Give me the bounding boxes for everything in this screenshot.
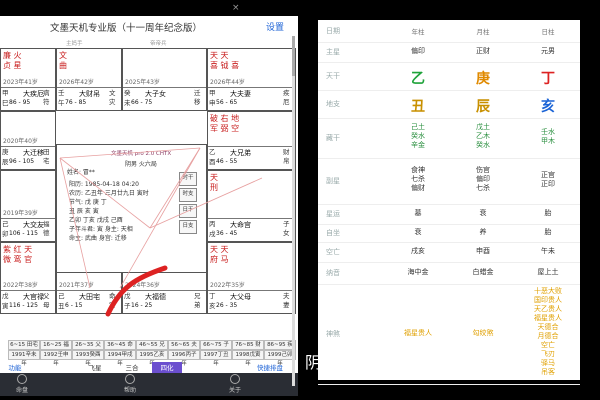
decade-item[interactable]: 6~15 田宅: [8, 340, 40, 350]
year-row: 1991辛未年1992壬申年1993癸酉年1994甲戌年1995乙亥年1996丙…: [0, 350, 296, 367]
row-value: 胎: [544, 228, 552, 236]
bazi-row: 神煞 福星贵人 勾绞煞 十恶大败 国印贵人 天乙贵人 福星贵人 天德合 月德合 空亡 …: [318, 284, 580, 385]
row-value: 戊土 乙木 癸水: [476, 123, 490, 149]
header-col: 月柱: [476, 28, 490, 36]
decade-item[interactable]: 66~75 子女: [200, 340, 232, 357]
bazi-row: 纳音 海中金 白蜡金 屋上土: [318, 262, 580, 285]
bazi-row: 自坐 衰 养 胎: [318, 224, 580, 243]
decade-item[interactable]: 76~85 财帛: [232, 340, 264, 357]
bottom-nav: 命盘 帮助 关于: [0, 373, 298, 396]
row-value: 己土 癸水 辛金: [411, 123, 425, 149]
nav-help-label: 帮助: [123, 387, 136, 394]
decade-item[interactable]: 16~25 福德: [40, 340, 72, 357]
bazi-row: 星运 墓 衰 胎: [318, 204, 580, 225]
row-label: 纳音: [326, 269, 340, 277]
nav-about-label: 关于: [228, 387, 241, 394]
year-item[interactable]: 1996丙子年: [168, 350, 200, 367]
scrollbar[interactable]: [290, 32, 298, 396]
row-value: 壬水 甲木: [541, 128, 555, 145]
row-label: 空亡: [326, 248, 340, 256]
row-value: 偏印: [411, 47, 425, 55]
video-subtitle: 阴: [305, 353, 322, 372]
row-value: 元男: [541, 47, 555, 55]
bazi-row: 主星 偏印 正财 元男: [318, 42, 580, 63]
decade-item[interactable]: 46~55 兄弟: [136, 340, 168, 357]
row-label: 天干: [326, 72, 340, 80]
year-item[interactable]: 1995乙亥年: [136, 350, 168, 367]
row-value: 亥: [541, 99, 555, 115]
year-item[interactable]: 1998戊寅年: [232, 350, 264, 367]
row-label: 地支: [326, 100, 340, 108]
row-value: 戌亥: [411, 247, 425, 255]
app-title: 文墨天机专业版（十一周年纪念版）: [50, 23, 203, 34]
nav-chart[interactable]: 命盘: [2, 374, 42, 394]
year-item[interactable]: 1997丁丑年: [200, 350, 232, 367]
bazi-row: 空亡 戌亥 申酉 午未: [318, 242, 580, 263]
row-value: 丁: [541, 71, 555, 87]
row-label: 主星: [326, 48, 340, 56]
row-value: 十恶大败 国印贵人 天乙贵人 福星贵人 天德合 月德合 空亡 飞刃 驿马 吊客: [534, 287, 562, 376]
row-label: 神煞: [326, 330, 340, 338]
row-value: 庚: [476, 71, 490, 87]
decade-item[interactable]: 26~35 父母: [72, 340, 104, 357]
scroll-thumb[interactable]: [292, 36, 295, 76]
row-label: 星运: [326, 210, 340, 218]
title-bar: 文墨天机专业版（十一周年纪念版） 设置 ×: [0, 3, 298, 38]
row-value: 屋上土: [537, 268, 559, 276]
year-item[interactable]: 1992壬申年: [40, 350, 72, 367]
close-icon[interactable]: ×: [232, 3, 240, 13]
bazi-row: 地支 丑 辰 亥: [318, 90, 580, 119]
scroll-track: [292, 36, 295, 386]
row-value: 养: [479, 228, 487, 236]
bazi-row: 藏干 己土 癸水 辛金 戊土 乙木 癸水 壬水 甲木: [318, 118, 580, 159]
row-value: 衰: [414, 228, 422, 236]
row-label: 藏干: [326, 134, 340, 142]
decade-row: 6~15 田宅16~25 福德26~35 父母36~45 命宫46~55 兄弟5…: [0, 340, 296, 357]
decade-item[interactable]: 36~45 命宫: [104, 340, 136, 357]
row-value: 申酉: [476, 247, 490, 255]
year-item[interactable]: 1991辛未年: [8, 350, 40, 367]
sihua-lines: [59, 147, 263, 317]
row-value: 海中金: [407, 268, 429, 276]
header-date: 日期: [326, 27, 340, 35]
row-value: 白蜡金: [472, 268, 494, 276]
settings-button[interactable]: 设置: [266, 20, 284, 33]
row-value: 丑: [411, 99, 425, 115]
row-value: 墓: [414, 209, 422, 217]
bazi-row: 副星 食神 七杀 偏财 伤官 偏印 七杀 正官 正印: [318, 158, 580, 205]
nav-chart-label: 命盘: [15, 387, 28, 394]
row-value: 辰: [476, 99, 490, 115]
ziwei-chart: 廉 火 贞 星 2023年41岁甲 巳大疾厄 86 - 95 病 符文 曲 2026年4…: [0, 38, 296, 356]
row-value: 福星贵人: [404, 329, 432, 337]
nav-help[interactable]: 帮助: [110, 374, 150, 394]
header-col: 年柱: [411, 28, 425, 36]
decade-item[interactable]: 56~65 夫妻: [168, 340, 200, 357]
row-value: 衰: [479, 209, 487, 217]
row-value: 食神 七杀 偏财: [411, 166, 425, 192]
row-value: 伤官 偏印 七杀: [476, 166, 490, 192]
row-value: 勾绞煞: [472, 329, 494, 337]
header-col: 日柱: [541, 28, 555, 36]
row-value: 正财: [476, 47, 490, 55]
row-value: 正官 正印: [541, 171, 555, 188]
chart-icon: [17, 374, 27, 384]
row-value: 胎: [544, 209, 552, 217]
bazi-header: 日期 年柱 月柱 日柱: [318, 20, 580, 43]
bazi-row: 天干 乙 庚 丁: [318, 62, 580, 91]
row-value: 午未: [541, 247, 555, 255]
bazi-panel: 日期 年柱 月柱 日柱主星 偏印 正财 元男天干 乙 庚 丁地支 丑 辰 亥藏干 己土 癸水 辛金 戊土 乙…: [318, 20, 580, 385]
year-item[interactable]: 1993癸酉年: [72, 350, 104, 367]
row-value: 乙: [411, 71, 425, 87]
row-label: 自坐: [326, 229, 340, 237]
row-label: 副星: [326, 177, 340, 185]
help-icon: [125, 374, 135, 384]
year-item[interactable]: 1994甲戌年: [104, 350, 136, 367]
about-icon: [230, 374, 240, 384]
ziwei-app-window: 文墨天机专业版（十一周年纪念版） 设置 × 廉 火 贞 星 2023年41岁甲 巳…: [0, 3, 298, 396]
nav-about[interactable]: 关于: [215, 374, 255, 394]
